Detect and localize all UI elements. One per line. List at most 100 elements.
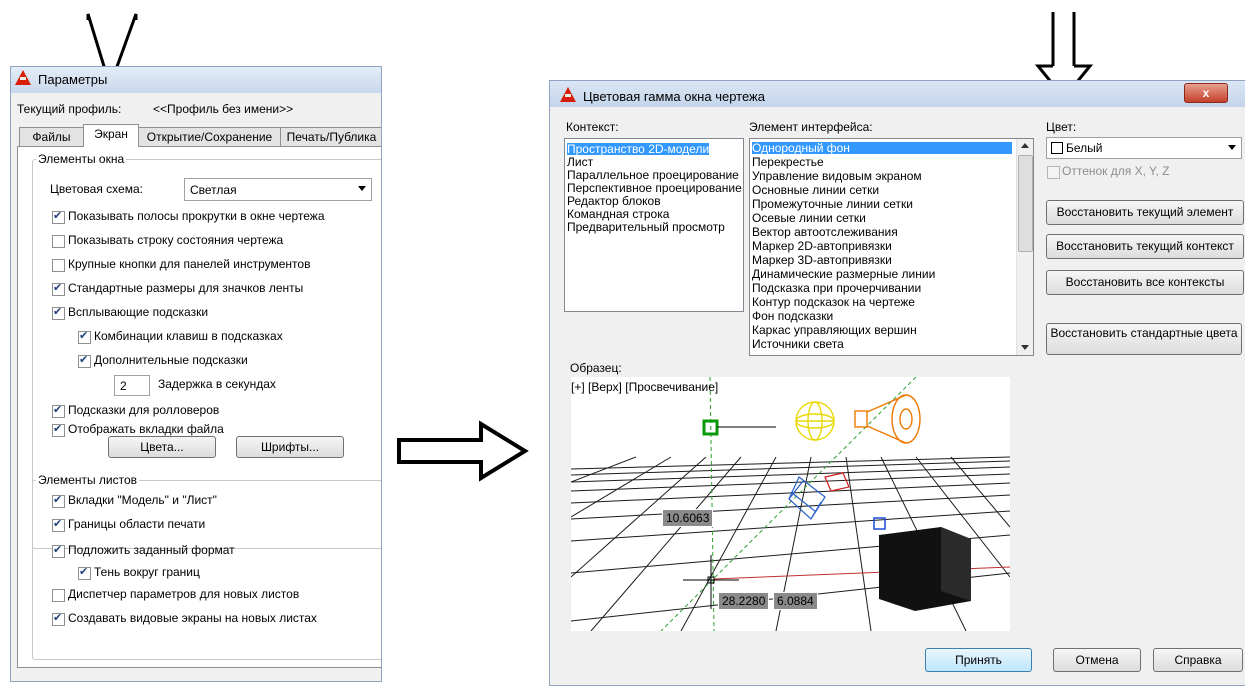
options-title: Параметры — [38, 72, 108, 87]
context-item[interactable]: Командная строка — [567, 208, 669, 220]
dimension-label-2: 28.2280 — [718, 592, 770, 610]
tooltips-checkbox[interactable] — [52, 305, 65, 320]
tint-xyz-checkbox[interactable] — [1047, 166, 1060, 179]
paper-background-checkbox[interactable] — [52, 543, 65, 558]
interface-item[interactable]: Динамические размерные линии — [752, 268, 935, 280]
file-tabs-checkbox[interactable] — [52, 422, 65, 437]
interface-item[interactable]: Подсказка при прочерчивании — [752, 282, 921, 294]
rollover-tooltips-label: Подсказки для ролловеров — [68, 403, 220, 417]
colors-button[interactable]: Цвета... — [108, 436, 216, 458]
color-scheme-select[interactable]: Светлая — [184, 178, 372, 201]
fonts-button[interactable]: Шрифты... — [236, 436, 344, 458]
annotation-arrow-right — [397, 420, 529, 482]
autocad-logo-icon — [15, 70, 31, 85]
interface-item[interactable]: Контур подсказок на чертеже — [752, 296, 915, 308]
window-elements-title: Элементы окна — [36, 152, 127, 166]
create-viewports-label: Создавать видовые экраны на новых листах — [68, 611, 317, 625]
restore-classic-colors-button[interactable]: Восстановить стандартные цвета — [1046, 323, 1242, 355]
printable-area-label: Границы области печати — [68, 517, 206, 531]
show-statusbar-label: Показывать строку состояния чертежа — [68, 233, 284, 247]
shortcut-keys-checkbox[interactable] — [78, 329, 91, 344]
help-button[interactable]: Справка — [1153, 648, 1243, 672]
file-tabs-label: Отображать вкладки файла — [68, 422, 224, 436]
context-item[interactable]: Редактор блоков — [567, 195, 661, 207]
interface-element-label: Элемент интерфейса: — [749, 120, 873, 134]
preview-label: Образец: — [570, 361, 622, 375]
interface-list-scrollbar[interactable] — [1016, 139, 1033, 355]
layout-elements-title: Элементы листов — [36, 473, 140, 487]
context-item[interactable]: Пространство 2D-модели — [567, 143, 710, 155]
shortcut-keys-label: Комбинации клавиш в подсказках — [94, 329, 283, 343]
tab-open-save[interactable]: Открытие/Сохранение — [138, 127, 281, 147]
colors-titlebar[interactable]: Цветовая гамма окна чертежа x — [550, 81, 1245, 107]
interface-item[interactable]: Каркас управляющих вершин — [752, 324, 917, 336]
model-layout-tabs-checkbox[interactable] — [52, 493, 65, 508]
show-scrollbars-label: Показывать полосы прокрутки в окне черте… — [68, 209, 325, 223]
preview-area: [+] [Верх] [Просвечивание] 10.6063 28.22… — [571, 377, 1010, 631]
display-tab-panel: Элементы окна Цветовая схема: Светлая По… — [17, 146, 381, 668]
tab-display[interactable]: Экран — [83, 124, 139, 147]
large-buttons-checkbox[interactable] — [52, 259, 65, 272]
interface-item[interactable]: Основные линии сетки — [752, 184, 879, 196]
cancel-button[interactable]: Отмена — [1053, 648, 1141, 672]
autocad-logo-icon — [560, 87, 576, 102]
interface-item[interactable]: Вектор автоотслеживания — [752, 226, 898, 238]
show-statusbar-checkbox[interactable] — [52, 235, 65, 248]
color-scheme-label: Цветовая схема: — [50, 182, 143, 196]
color-label: Цвет: — [1046, 120, 1077, 134]
chevron-down-icon — [358, 186, 366, 191]
paper-shadow-label: Тень вокруг границ — [94, 565, 200, 579]
current-profile-label: Текущий профиль: — [17, 102, 122, 116]
context-item[interactable]: Лист — [567, 156, 593, 168]
interface-item[interactable]: Однородный фон — [752, 142, 1012, 154]
ribbon-icons-checkbox[interactable] — [52, 281, 65, 296]
context-item[interactable]: Предварительный просмотр — [567, 221, 725, 233]
create-viewports-checkbox[interactable] — [52, 611, 65, 626]
scroll-down-icon[interactable] — [1021, 345, 1029, 350]
dimension-label-3: 6.0884 — [773, 592, 818, 610]
options-dialog: Параметры Текущий профиль: <<Профиль без… — [10, 66, 382, 682]
context-item[interactable]: Параллельное проецирование — [567, 169, 739, 181]
tab-files[interactable]: Файлы — [19, 127, 84, 147]
interface-element-list[interactable]: Однородный фон Перекрестье Управление ви… — [749, 138, 1034, 356]
restore-current-context-button[interactable]: Восстановить текущий контекст — [1046, 234, 1244, 259]
interface-item[interactable]: Управление видовым экраном — [752, 170, 922, 182]
tooltip-delay-input[interactable]: 2 — [114, 375, 150, 396]
colors-dialog-title: Цветовая гамма окна чертежа — [583, 89, 765, 104]
printable-area-checkbox[interactable] — [52, 517, 65, 532]
interface-item[interactable]: Перекрестье — [752, 156, 824, 168]
interface-item[interactable]: Источники света — [752, 338, 844, 350]
accept-button[interactable]: Принять — [925, 648, 1032, 672]
interface-item[interactable]: Фон подсказки — [752, 310, 833, 322]
tab-plot-publish[interactable]: Печать/Публика — [280, 127, 381, 147]
restore-all-contexts-button[interactable]: Восстановить все контексты — [1046, 270, 1244, 295]
chevron-down-icon — [1228, 145, 1236, 150]
extended-tooltips-checkbox[interactable] — [78, 353, 91, 368]
scroll-thumb[interactable] — [1018, 155, 1033, 252]
model-layout-tabs-label: Вкладки "Модель" и "Лист" — [68, 493, 217, 507]
current-profile-value: <<Профиль без имени>> — [153, 102, 294, 116]
scroll-up-icon[interactable] — [1021, 143, 1029, 148]
interface-item[interactable]: Осевые линии сетки — [752, 212, 866, 224]
interface-item[interactable]: Маркер 3D-автопривязки — [752, 254, 892, 266]
tooltip-delay-label: Задержка в секундах — [158, 377, 276, 391]
extended-tooltips-label: Дополнительные подсказки — [94, 353, 248, 367]
context-item[interactable]: Перспективное проецирование — [567, 182, 742, 194]
paper-shadow-checkbox[interactable] — [78, 565, 91, 580]
context-list[interactable]: Пространство 2D-модели Лист Параллельное… — [564, 138, 744, 312]
page-setup-manager-checkbox[interactable] — [52, 589, 65, 602]
large-buttons-label: Крупные кнопки для панелей инструментов — [68, 257, 311, 271]
color-select[interactable]: Белый — [1046, 137, 1242, 159]
rollover-tooltips-checkbox[interactable] — [52, 403, 65, 418]
close-button[interactable]: x — [1184, 83, 1228, 103]
restore-current-element-button[interactable]: Восстановить текущий элемент — [1046, 200, 1244, 225]
dimension-label-1: 10.6063 — [662, 509, 714, 527]
page-setup-manager-label: Диспетчер параметров для новых листов — [68, 587, 300, 601]
show-scrollbars-checkbox[interactable] — [52, 209, 65, 224]
color-swatch — [1051, 142, 1063, 154]
interface-item[interactable]: Промежуточные линии сетки — [752, 198, 913, 210]
interface-item[interactable]: Маркер 2D-автопривязки — [752, 240, 892, 252]
context-label: Контекст: — [566, 120, 619, 134]
options-titlebar[interactable]: Параметры — [11, 67, 381, 93]
viewport-controls-label: [+] [Верх] [Просвечивание] — [571, 380, 719, 394]
